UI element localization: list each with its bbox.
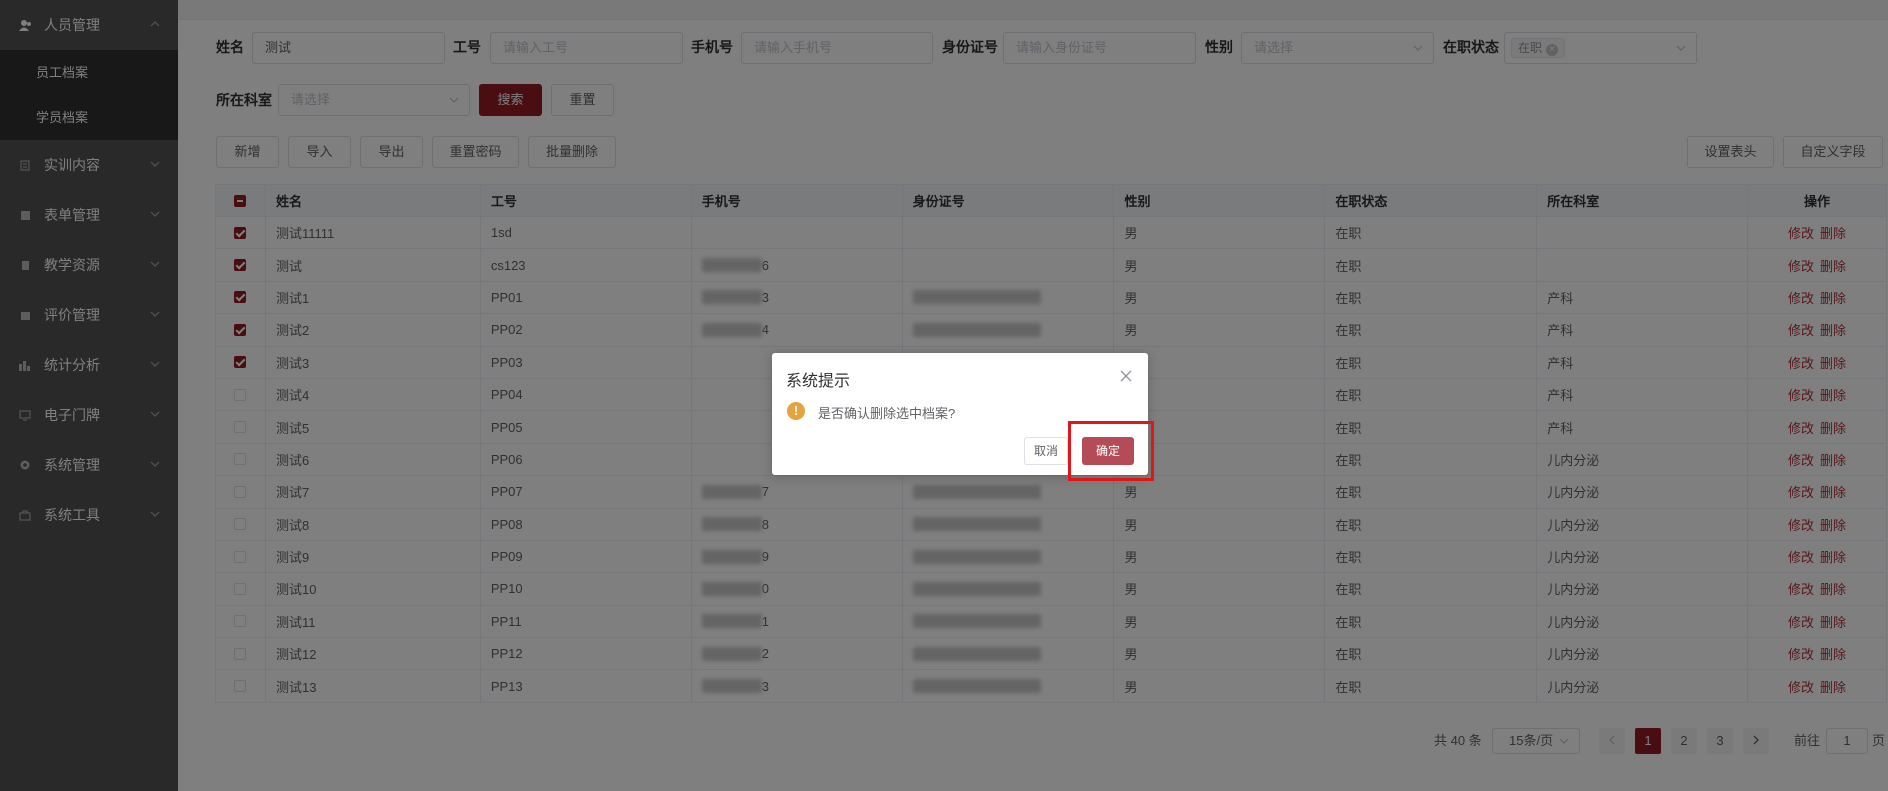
warning-icon: ! — [787, 402, 805, 420]
close-icon[interactable] — [1120, 370, 1132, 382]
dialog-message: 是否确认删除选中档案? — [818, 406, 956, 421]
confirm-highlight-box — [1068, 421, 1154, 481]
dialog-title: 系统提示 — [786, 373, 851, 390]
cancel-button[interactable]: 取消 — [1024, 437, 1068, 465]
